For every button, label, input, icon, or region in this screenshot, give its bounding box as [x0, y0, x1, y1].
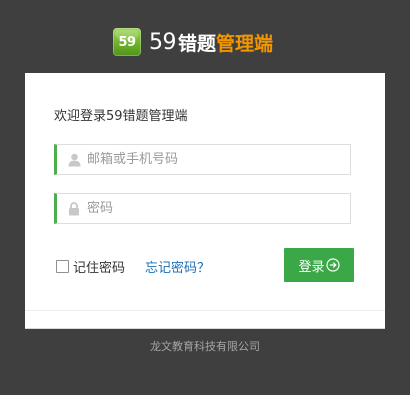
remember-label: 记住密码: [73, 261, 126, 276]
password-field[interactable]: [54, 193, 351, 224]
welcome-text: 欢迎登录59错题管理端: [54, 109, 188, 124]
card-divider: [25, 310, 385, 311]
brand-logo: 59: [113, 28, 141, 56]
footer-company: 龙文教育科技有限公司: [150, 340, 260, 353]
login-card: 欢迎登录59错题管理端 记住密码 忘记密码？ 登录: [25, 73, 385, 329]
user-icon: [67, 153, 81, 167]
password-input[interactable]: [87, 194, 350, 223]
brand-number: 59: [149, 29, 177, 55]
brand-header: 59 59 错题 管理端: [113, 27, 273, 57]
brand-name-white: 错题: [178, 32, 217, 55]
arrow-circle-right-icon: [325, 258, 340, 272]
remember-checkbox[interactable]: [56, 260, 69, 273]
username-field[interactable]: [54, 144, 351, 175]
brand-logo-text: 59: [118, 34, 136, 50]
lock-icon: [67, 201, 81, 216]
login-button-label: 登录: [298, 259, 325, 275]
brand-name-orange: 管理端: [216, 32, 274, 55]
login-button[interactable]: 登录: [284, 248, 354, 282]
username-input[interactable]: [87, 145, 350, 174]
forgot-password-link[interactable]: 忘记密码？: [145, 257, 210, 276]
remember-password[interactable]: 记住密码: [56, 257, 125, 276]
